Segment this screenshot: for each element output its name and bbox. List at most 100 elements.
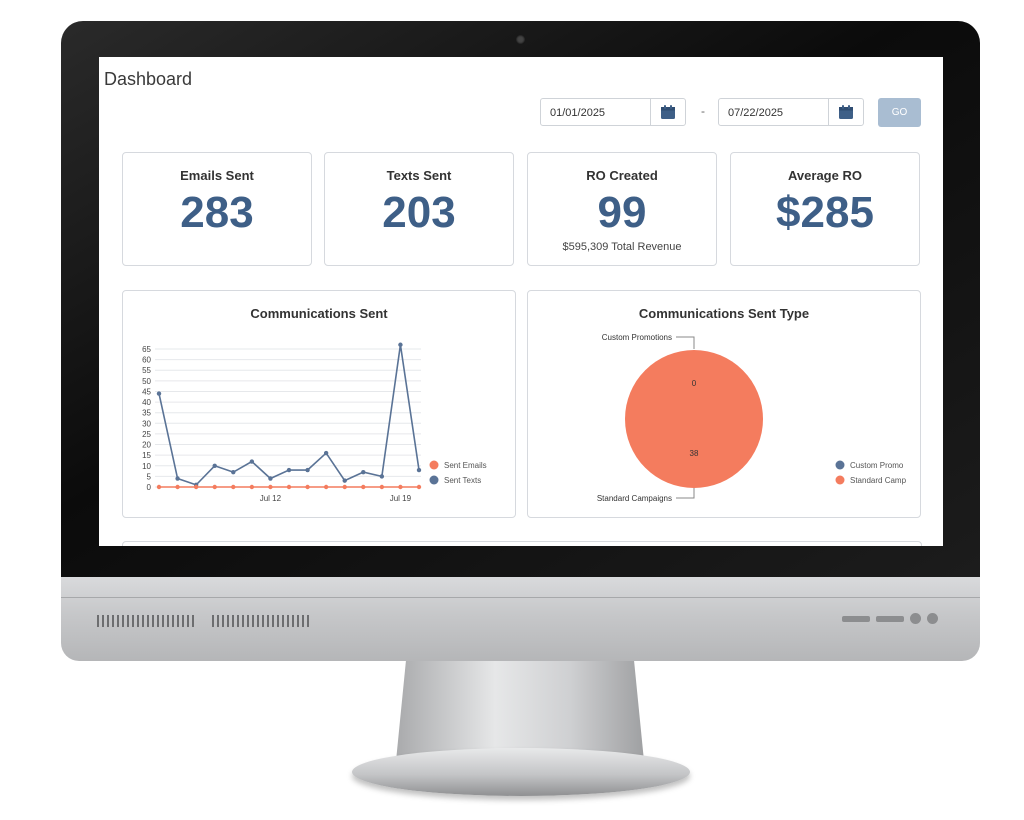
ports xyxy=(842,613,938,624)
data-point xyxy=(249,484,255,490)
end-date-picker-button[interactable] xyxy=(828,99,863,125)
legend-marker xyxy=(835,475,845,485)
y-tick-label: 15 xyxy=(142,451,151,460)
monitor-stand-neck xyxy=(396,661,644,761)
communications-sent-panel: Communications Sent 0 5 10 15 20 25 30 35 40 45 50… xyxy=(122,290,516,518)
legend-marker xyxy=(835,460,845,470)
stat-card-average-ro: Average RO $285 xyxy=(730,152,920,266)
legend-label: Custom Promo xyxy=(850,461,904,470)
slice-outer-label: Custom Promotions xyxy=(602,333,672,342)
next-panel xyxy=(122,541,922,546)
calendar-icon xyxy=(661,105,675,119)
y-tick-label: 5 xyxy=(147,472,152,481)
stat-label: Emails Sent xyxy=(180,168,254,183)
legend-marker xyxy=(429,475,439,485)
data-point xyxy=(231,469,236,475)
data-point xyxy=(342,478,347,483)
slice-value-label: 38 xyxy=(690,449,699,458)
leader-line xyxy=(676,488,695,499)
go-button[interactable]: GO xyxy=(878,98,921,127)
data-point xyxy=(361,469,366,475)
data-point xyxy=(268,476,273,481)
data-point xyxy=(342,484,347,490)
data-point xyxy=(323,484,329,490)
port-dot xyxy=(910,613,921,624)
y-tick-label: 0 xyxy=(147,483,152,492)
data-point xyxy=(193,484,199,490)
data-point xyxy=(416,467,422,473)
speaker-vent-left xyxy=(97,615,194,627)
legend-label: Sent Texts xyxy=(444,476,481,485)
port-dot xyxy=(927,613,938,624)
stat-card-texts: Texts Sent 203 xyxy=(324,152,514,266)
y-tick-label: 25 xyxy=(142,430,151,439)
slice-value-label: 0 xyxy=(692,379,697,388)
data-point xyxy=(323,450,329,456)
y-tick-label: 45 xyxy=(142,387,151,396)
stat-value: 283 xyxy=(180,188,254,237)
leader-line xyxy=(676,336,695,349)
stat-subtext: $595,309 Total Revenue xyxy=(562,241,682,253)
stat-label: Texts Sent xyxy=(386,168,452,183)
y-tick-label: 65 xyxy=(142,345,151,354)
port-slot xyxy=(876,615,904,622)
legend-marker xyxy=(429,460,439,470)
data-point xyxy=(379,484,385,490)
stat-value: $285 xyxy=(776,188,874,237)
monitor-chin xyxy=(61,577,980,661)
data-point xyxy=(398,484,403,490)
data-point xyxy=(379,474,385,479)
pie-chart: 0 38 Custom Promotions Standard Campaigns Cu… xyxy=(597,333,907,503)
data-point xyxy=(175,476,180,481)
legend-label: Standard Camp xyxy=(850,476,907,485)
series-line-texts xyxy=(158,344,420,486)
y-tick-label: 60 xyxy=(142,356,151,365)
data-point xyxy=(231,484,236,490)
y-tick-label: 40 xyxy=(142,398,151,407)
y-tick-label: 50 xyxy=(142,377,151,386)
page-title: Dashboard xyxy=(104,69,193,89)
data-point xyxy=(398,342,403,347)
y-tick-label: 55 xyxy=(142,366,151,375)
data-point xyxy=(156,484,162,490)
date-separator: - xyxy=(701,104,705,118)
data-point xyxy=(416,484,422,490)
monitor-stand-base xyxy=(352,748,690,796)
data-point xyxy=(212,484,217,490)
stat-card-emails: Emails Sent 283 xyxy=(122,152,312,266)
start-date-picker-button[interactable] xyxy=(650,99,685,125)
data-point xyxy=(268,484,273,490)
data-point xyxy=(286,467,292,473)
dashboard-screen: Dashboard 01/01/2025 - 07/22/2025 GO Ema… xyxy=(99,57,943,546)
data-point xyxy=(212,463,217,468)
speaker-vent-right xyxy=(212,615,309,627)
line-chart: 0 510 1520 25 3035 40 4550 5560 65 Jul 12 Jul 19 Se… xyxy=(142,342,487,503)
camera-icon xyxy=(516,35,525,44)
calendar-icon xyxy=(839,105,853,119)
data-point xyxy=(249,459,255,464)
start-date-value: 01/01/2025 xyxy=(550,107,606,119)
chin-divider xyxy=(61,597,980,598)
pie-slice xyxy=(625,350,763,488)
data-point xyxy=(361,484,366,490)
x-tick-label: Jul 19 xyxy=(390,494,412,503)
stat-card-ro-created: RO Created 99 $595,309 Total Revenue xyxy=(527,152,717,266)
end-date-field[interactable]: 07/22/2025 xyxy=(718,98,864,126)
data-point xyxy=(175,484,180,490)
communications-type-panel: Communications Sent Type 0 38 Custom Promo… xyxy=(527,290,921,518)
legend-label: Sent Emails xyxy=(444,461,487,470)
data-point xyxy=(286,484,292,490)
stat-value: 203 xyxy=(382,188,456,237)
start-date-field[interactable]: 01/01/2025 xyxy=(540,98,686,126)
end-date-value: 07/22/2025 xyxy=(728,107,784,119)
y-tick-label: 35 xyxy=(142,409,151,418)
stat-label: RO Created xyxy=(586,168,658,183)
y-tick-label: 20 xyxy=(142,441,151,450)
port-slot xyxy=(842,615,870,622)
stat-label: Average RO xyxy=(788,168,862,183)
data-point xyxy=(156,391,162,396)
data-point xyxy=(305,484,310,490)
stat-value: 99 xyxy=(597,188,647,237)
x-tick-label: Jul 12 xyxy=(260,494,282,503)
y-tick-label: 10 xyxy=(142,462,151,471)
